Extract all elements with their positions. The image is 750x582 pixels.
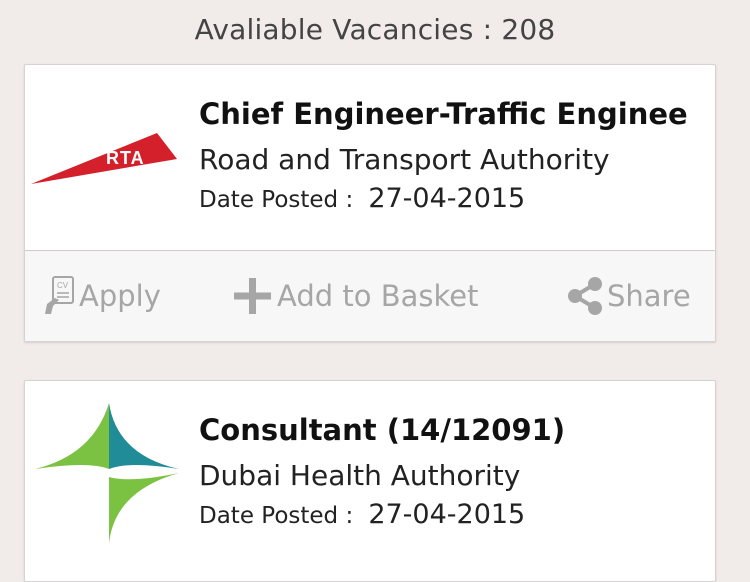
- share-label: Share: [607, 279, 691, 313]
- apply-button[interactable]: CV Apply: [41, 251, 161, 341]
- job-actions-bar: CV Apply Add to Basket Share: [25, 250, 715, 341]
- apply-label: Apply: [79, 279, 161, 313]
- job-organization: Road and Transport Authority: [199, 143, 610, 176]
- share-icon: [568, 277, 602, 315]
- cv-icon-text: CV: [57, 281, 69, 290]
- share-button[interactable]: Share: [565, 251, 691, 341]
- date-posted-label: Date Posted :: [199, 187, 354, 213]
- date-posted-label: Date Posted :: [199, 503, 354, 529]
- rta-logo-text: RTA: [106, 148, 145, 168]
- date-posted-value: 27-04-2015: [368, 499, 526, 530]
- date-posted-row: Date Posted : 27-04-2015: [199, 499, 525, 530]
- vacancies-header: Avaliable Vacancies : 208: [0, 0, 750, 58]
- plus-icon: [234, 278, 271, 314]
- job-card-body[interactable]: RTA Chief Engineer-Traffic Enginee Road …: [25, 65, 715, 250]
- job-card[interactable]: Consultant (14/12091) Dubai Health Autho…: [24, 380, 716, 582]
- dha-logo: [35, 403, 179, 543]
- add-to-basket-label: Add to Basket: [277, 279, 479, 313]
- cv-apply-icon: CV: [45, 276, 74, 314]
- date-posted-value: 27-04-2015: [368, 183, 526, 214]
- job-title: Chief Engineer-Traffic Enginee: [199, 97, 688, 131]
- job-card[interactable]: RTA Chief Engineer-Traffic Enginee Road …: [24, 64, 716, 342]
- job-card-body[interactable]: Consultant (14/12091) Dubai Health Autho…: [25, 381, 715, 566]
- vacancies-count-text: Avaliable Vacancies : 208: [194, 12, 556, 46]
- date-posted-row: Date Posted : 27-04-2015: [199, 183, 525, 214]
- rta-logo: RTA: [31, 133, 177, 184]
- add-to-basket-button[interactable]: Add to Basket: [231, 251, 478, 341]
- job-title: Consultant (14/12091): [199, 413, 566, 447]
- job-organization: Dubai Health Authority: [199, 459, 521, 492]
